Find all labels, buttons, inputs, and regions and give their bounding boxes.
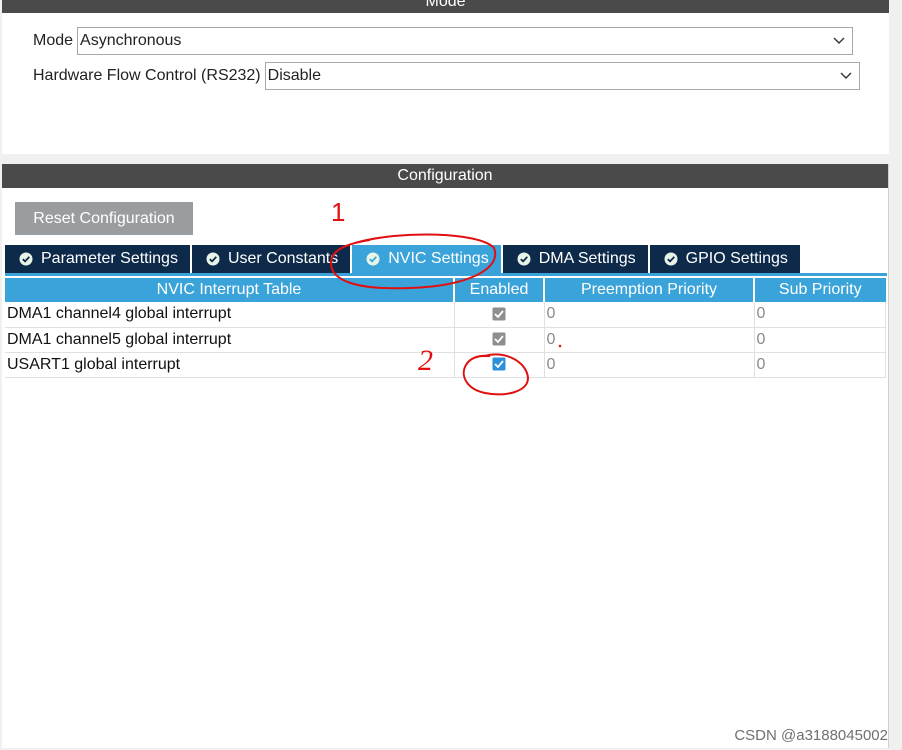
enabled-cell	[454, 352, 545, 378]
mode-label: Mode	[33, 32, 74, 49]
checkbox-checked-icon[interactable]	[492, 357, 506, 371]
interrupt-name: DMA1 channel4 global interrupt	[5, 302, 455, 328]
tab-dma-settings[interactable]: DMA Settings	[502, 245, 648, 273]
tab-nvic-settings[interactable]: NVIC Settings	[352, 245, 501, 273]
flow-control-value: Disable	[267, 67, 321, 84]
interrupt-name: DMA1 channel5 global interrupt	[5, 327, 455, 353]
nvic-interrupt-table: NVIC Interrupt Table Enabled Preemption …	[5, 278, 886, 378]
mode-section-title: Mode	[425, 0, 466, 10]
mode-panel: Mode Mode Asynchronous Hardware Flow Con…	[2, 0, 889, 154]
chevron-down-icon	[833, 37, 845, 44]
tab-label: User Constants	[227, 250, 339, 267]
tab-label: NVIC Settings	[388, 250, 489, 267]
table-row: USART1 global interrupt 0 0	[5, 352, 886, 378]
table-row: DMA1 channel4 global interrupt 0 0	[5, 302, 886, 328]
mode-row: Mode Asynchronous	[33, 27, 854, 55]
tab-user-constants[interactable]: User Constants	[191, 245, 351, 273]
mode-section-header: Mode	[2, 0, 889, 13]
preemption-priority-cell[interactable]: 0	[544, 352, 755, 378]
settings-tabs: Parameter Settings User Constants NVIC S…	[5, 245, 802, 273]
flow-control-row: Hardware Flow Control (RS232) Disable	[33, 62, 860, 90]
tab-label: GPIO Settings	[685, 250, 788, 267]
flow-control-select[interactable]: Disable	[264, 62, 860, 90]
check-circle-icon	[206, 252, 220, 266]
enabled-cell	[454, 302, 545, 328]
mode-select-value: Asynchronous	[80, 32, 182, 49]
sub-priority-cell[interactable]: 0	[754, 352, 886, 378]
column-header-sub-priority[interactable]: Sub Priority	[754, 278, 886, 302]
check-circle-icon	[517, 252, 531, 266]
chevron-down-icon	[840, 72, 852, 79]
tab-parameter-settings[interactable]: Parameter Settings	[5, 245, 190, 273]
check-circle-icon	[366, 252, 380, 266]
preemption-priority-cell[interactable]: 0	[544, 302, 755, 328]
configuration-header: Configuration	[2, 164, 888, 188]
interrupt-name: USART1 global interrupt	[5, 352, 455, 378]
sub-priority-cell[interactable]: 0	[754, 302, 886, 328]
reset-configuration-button[interactable]: Reset Configuration	[15, 202, 193, 235]
checkbox-checked-disabled-icon[interactable]	[492, 307, 506, 321]
flow-control-label: Hardware Flow Control (RS232)	[33, 67, 261, 84]
mode-select[interactable]: Asynchronous	[77, 27, 854, 55]
checkbox-checked-disabled-icon[interactable]	[492, 332, 506, 346]
check-circle-icon	[19, 252, 33, 266]
preemption-priority-cell[interactable]: 0	[544, 327, 755, 353]
column-header-preemption[interactable]: Preemption Priority	[544, 278, 755, 302]
enabled-cell	[454, 327, 545, 353]
tab-label: Parameter Settings	[41, 250, 178, 267]
column-header-enabled[interactable]: Enabled	[454, 278, 545, 302]
column-header-interrupt[interactable]: NVIC Interrupt Table	[5, 278, 455, 302]
tab-underline	[5, 273, 887, 276]
table-header-row: NVIC Interrupt Table Enabled Preemption …	[5, 278, 886, 302]
table-row: DMA1 channel5 global interrupt 0 0	[5, 327, 886, 353]
tab-gpio-settings[interactable]: GPIO Settings	[649, 245, 800, 273]
check-circle-icon	[664, 252, 678, 266]
configuration-panel: Configuration Reset Configuration Parame…	[2, 164, 889, 748]
sub-priority-cell[interactable]: 0	[754, 327, 886, 353]
tab-label: DMA Settings	[538, 250, 636, 267]
watermark: CSDN @a3188045002	[734, 727, 888, 744]
